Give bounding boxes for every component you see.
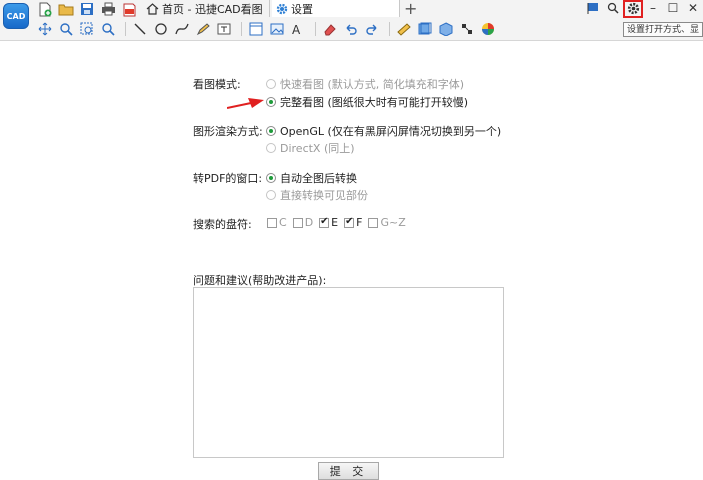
zoom-extents-icon[interactable] [99,21,117,37]
toolbar-separator [389,22,390,36]
app-logo[interactable]: CAD [3,3,29,29]
zoom-window-icon[interactable] [78,21,96,37]
image-icon[interactable] [268,21,286,37]
red-arrow-annotation [227,98,264,109]
pencil-icon[interactable] [194,21,212,37]
pdf-window-auto-option[interactable]: 自动全图后转换 [266,170,357,186]
drive-g-z-checkbox[interactable]: G~Z [368,216,406,229]
radio-button[interactable] [266,79,276,89]
window-controls: – ☐ ✕ [583,0,703,18]
render-mode-label: 图形渲染方式: [193,125,263,138]
drives-checkbox-group: C D E F G~Z [267,216,412,229]
render-mode-opengl-option[interactable]: OpenGL (仅在有黑屏闪屏情况切换到另一个) [266,123,501,139]
curve-icon[interactable] [173,21,191,37]
minimize-button[interactable]: – [643,0,663,16]
search-icon[interactable] [603,0,623,16]
drive-d-checkbox[interactable]: D [292,216,313,229]
tab-home[interactable]: 首页 - 迅捷CAD看图 [142,0,270,17]
text-box-icon[interactable] [215,21,233,37]
drives-label: 搜索的盘符: [193,218,252,231]
drive-c-checkbox[interactable]: C [267,216,287,229]
circle-icon[interactable] [152,21,170,37]
drive-f-checkbox[interactable]: F [344,216,362,229]
checkbox-box[interactable] [292,217,303,228]
tab-settings[interactable]: 设置 [272,0,400,17]
quick-toolbar [36,1,141,17]
checkbox-box[interactable] [368,217,379,228]
view-mode-fast-option[interactable]: 快速看图 (默认方式, 简化填充和字体) [266,76,464,92]
add-tab-icon[interactable]: + [404,0,417,18]
3d-cube-icon[interactable] [437,21,455,37]
gear-icon [276,3,288,15]
radio-button[interactable] [266,97,276,107]
feedback-textarea[interactable] [193,287,504,458]
zoom-in-icon[interactable] [57,21,75,37]
text-style-icon[interactable]: A [289,21,307,37]
view-mode-label: 看图模式: [193,78,241,91]
title-toolbar-bar: CAD 首页 - 迅捷CAD看图 设置 + A – ☐ ✕ 设置打开方式、显 [0,0,703,41]
pdf-window-visible-option[interactable]: 直接转换可见部份 [266,187,368,203]
settings-tooltip: 设置打开方式、显 [623,22,703,37]
svg-text:A: A [292,23,301,36]
radio-button[interactable] [266,173,276,183]
radio-button[interactable] [266,190,276,200]
block-icon[interactable] [458,21,476,37]
toolbar-separator [125,22,126,36]
submit-button[interactable]: 提 交 [318,462,379,480]
checkbox-box[interactable] [344,216,355,228]
flag-icon[interactable] [583,0,603,16]
radio-button[interactable] [266,143,276,153]
checkbox-box[interactable] [319,216,330,228]
maximize-button[interactable]: ☐ [663,0,683,16]
home-icon [146,2,159,15]
pdf-window-label: 转PDF的窗口: [193,172,263,185]
layout-icon[interactable] [247,21,265,37]
save-icon[interactable] [78,1,96,17]
cad-toolbar: A [36,20,500,38]
layers-icon[interactable] [416,21,434,37]
pan-icon[interactable] [36,21,54,37]
settings-gear-button[interactable] [623,0,643,18]
new-file-icon[interactable] [36,1,54,17]
line-icon[interactable] [131,21,149,37]
toolbar-separator [315,22,316,36]
render-mode-directx-option[interactable]: DirectX (同上) [266,140,355,156]
close-button[interactable]: ✕ [683,0,703,16]
measure-icon[interactable] [395,21,413,37]
checkbox-box[interactable] [267,217,277,228]
drive-e-checkbox[interactable]: E [319,216,338,229]
eraser-icon[interactable] [321,21,339,37]
print-icon[interactable] [99,1,117,17]
color-wheel-icon[interactable] [479,21,497,37]
redo-icon[interactable] [363,21,381,37]
radio-button[interactable] [266,126,276,136]
view-mode-full-option[interactable]: 完整看图 (图纸很大时有可能打开较慢) [266,94,468,110]
convert-pdf-icon[interactable] [120,1,138,17]
feedback-label: 问题和建议(帮助改进产品): [193,274,327,287]
undo-icon[interactable] [342,21,360,37]
toolbar-separator [241,22,242,36]
open-folder-icon[interactable] [57,1,75,17]
